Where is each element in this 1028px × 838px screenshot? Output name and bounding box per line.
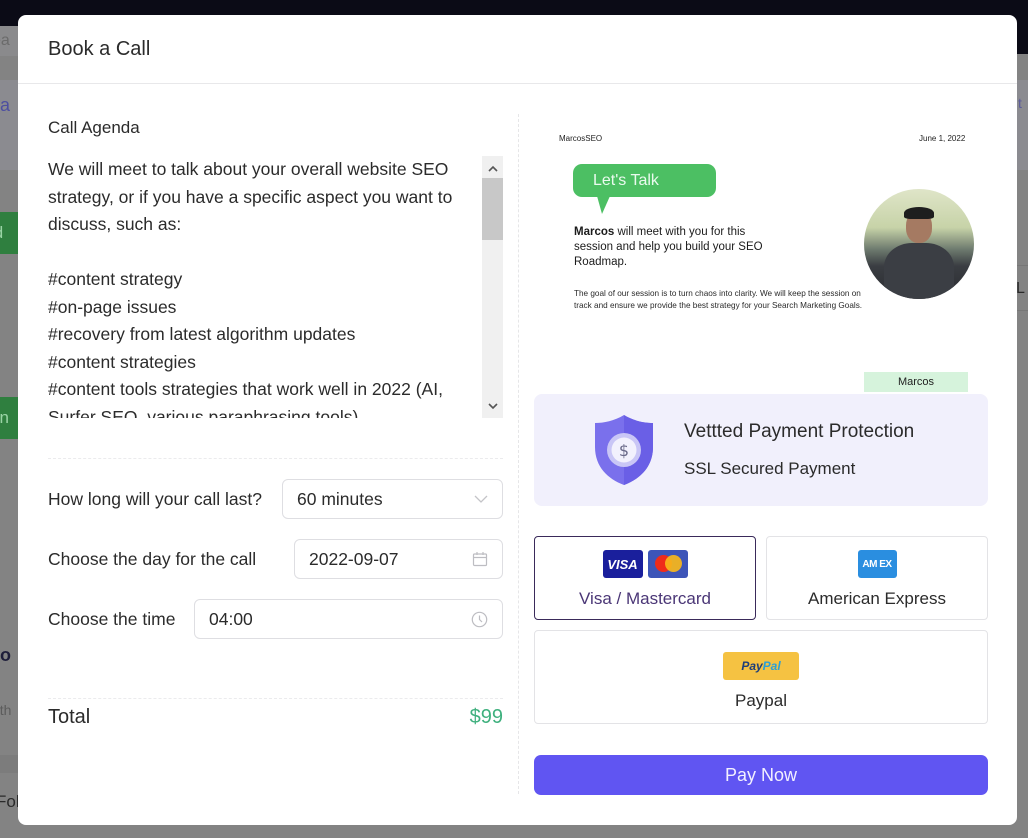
background-right-fragment: L	[1016, 265, 1028, 311]
shield-dollar-icon: $	[595, 415, 653, 485]
promo-image: MarcosSEO June 1, 2022 Let's Talk Marcos…	[534, 114, 988, 392]
host-name-tag: Marcos	[864, 372, 968, 392]
background-green-button: en	[0, 397, 20, 439]
visa-logo-icon: VISA	[602, 550, 643, 578]
column-divider	[518, 114, 519, 794]
protection-title: Vettted Payment Protection	[684, 421, 915, 442]
paypal-logo-icon: Pay Pal	[723, 652, 799, 680]
book-call-modal: Book a Call Call Agenda We will meet to …	[18, 15, 1017, 825]
speech-bubble-tail	[597, 196, 610, 214]
booking-form: Call Agenda We will meet to talk about y…	[48, 84, 503, 824]
calendar-icon	[472, 552, 488, 567]
promo-body: The goal of our session is to turn chaos…	[574, 289, 863, 310]
modal-header: Book a Call	[18, 15, 1017, 84]
payment-protection-card: $ Vettted Payment Protection SSL Secured…	[534, 394, 988, 506]
duration-row: How long will your call last? 60 minutes	[48, 479, 503, 519]
total-row: Total $99	[48, 706, 503, 729]
promo-headline-name: Marcos	[574, 226, 615, 238]
speech-bubble: Let's Talk	[573, 164, 716, 197]
background-text-fragment: t th	[0, 702, 12, 718]
duration-select[interactable]: 60 minutes	[282, 479, 503, 519]
duration-label: How long will your call last?	[48, 488, 262, 509]
duration-value: 60 minutes	[297, 488, 383, 509]
time-value: 04:00	[209, 608, 253, 629]
agenda-scrollbar[interactable]	[482, 156, 503, 418]
background-strip	[0, 755, 20, 773]
promo-brand: MarcosSEO	[559, 134, 603, 143]
modal-body: Call Agenda We will meet to talk about y…	[18, 84, 1017, 824]
day-label: Choose the day for the call	[48, 548, 257, 569]
divider	[48, 698, 503, 699]
modal-title: Book a Call	[48, 37, 151, 60]
background-link-fragment: ea	[0, 95, 11, 115]
payment-option-label: Visa / Mastercard	[579, 589, 711, 608]
payment-option-amex[interactable]: AM EX American Express	[766, 536, 988, 620]
time-label: Choose the time	[48, 608, 176, 629]
chevron-down-icon	[487, 402, 498, 409]
payment-option-paypal[interactable]: Pay Pal Paypal	[534, 630, 988, 724]
chevron-down-icon	[474, 495, 488, 503]
protection-subtitle: SSL Secured Payment	[684, 459, 856, 478]
day-value: 2022-09-07	[309, 548, 399, 569]
time-input[interactable]: 04:00	[194, 599, 503, 639]
clock-icon	[471, 611, 488, 627]
background-green-button: ld	[0, 212, 20, 254]
promo-headline: Marcos will meet with you for this sessi…	[574, 225, 764, 270]
payment-option-visa-mastercard[interactable]: VISA Visa / Mastercard	[534, 536, 756, 620]
scroll-up-button[interactable]	[482, 158, 503, 178]
payment-option-label: Paypal	[735, 691, 787, 710]
agenda-textarea[interactable]: We will meet to talk about your overall …	[48, 156, 503, 418]
agenda-label: Call Agenda	[48, 118, 140, 137]
divider	[48, 458, 503, 459]
amex-logo-icon: AM EX	[857, 550, 897, 578]
background-text-fragment: o	[0, 645, 11, 665]
mastercard-logo-icon	[647, 550, 688, 578]
agenda-text: We will meet to talk about your overall …	[48, 159, 453, 418]
pay-now-button[interactable]: Pay Now	[534, 755, 988, 795]
scroll-thumb[interactable]	[482, 178, 503, 240]
chevron-up-icon	[487, 165, 498, 172]
payment-panel: MarcosSEO June 1, 2022 Let's Talk Marcos…	[534, 84, 988, 824]
payment-option-label: American Express	[808, 589, 946, 608]
promo-date: June 1, 2022	[919, 134, 966, 143]
day-row: Choose the day for the call 2022-09-07	[48, 539, 503, 579]
scroll-down-button[interactable]	[482, 396, 503, 416]
svg-text:$: $	[619, 441, 629, 460]
background-right-fragment-top: t	[1018, 95, 1022, 111]
background-text-fragment: Fol	[0, 792, 20, 811]
total-value: $99	[469, 706, 503, 728]
time-row: Choose the time 04:00	[48, 599, 503, 639]
total-label: Total	[48, 706, 91, 728]
host-photo	[864, 189, 974, 299]
day-date-input[interactable]: 2022-09-07	[294, 539, 503, 579]
